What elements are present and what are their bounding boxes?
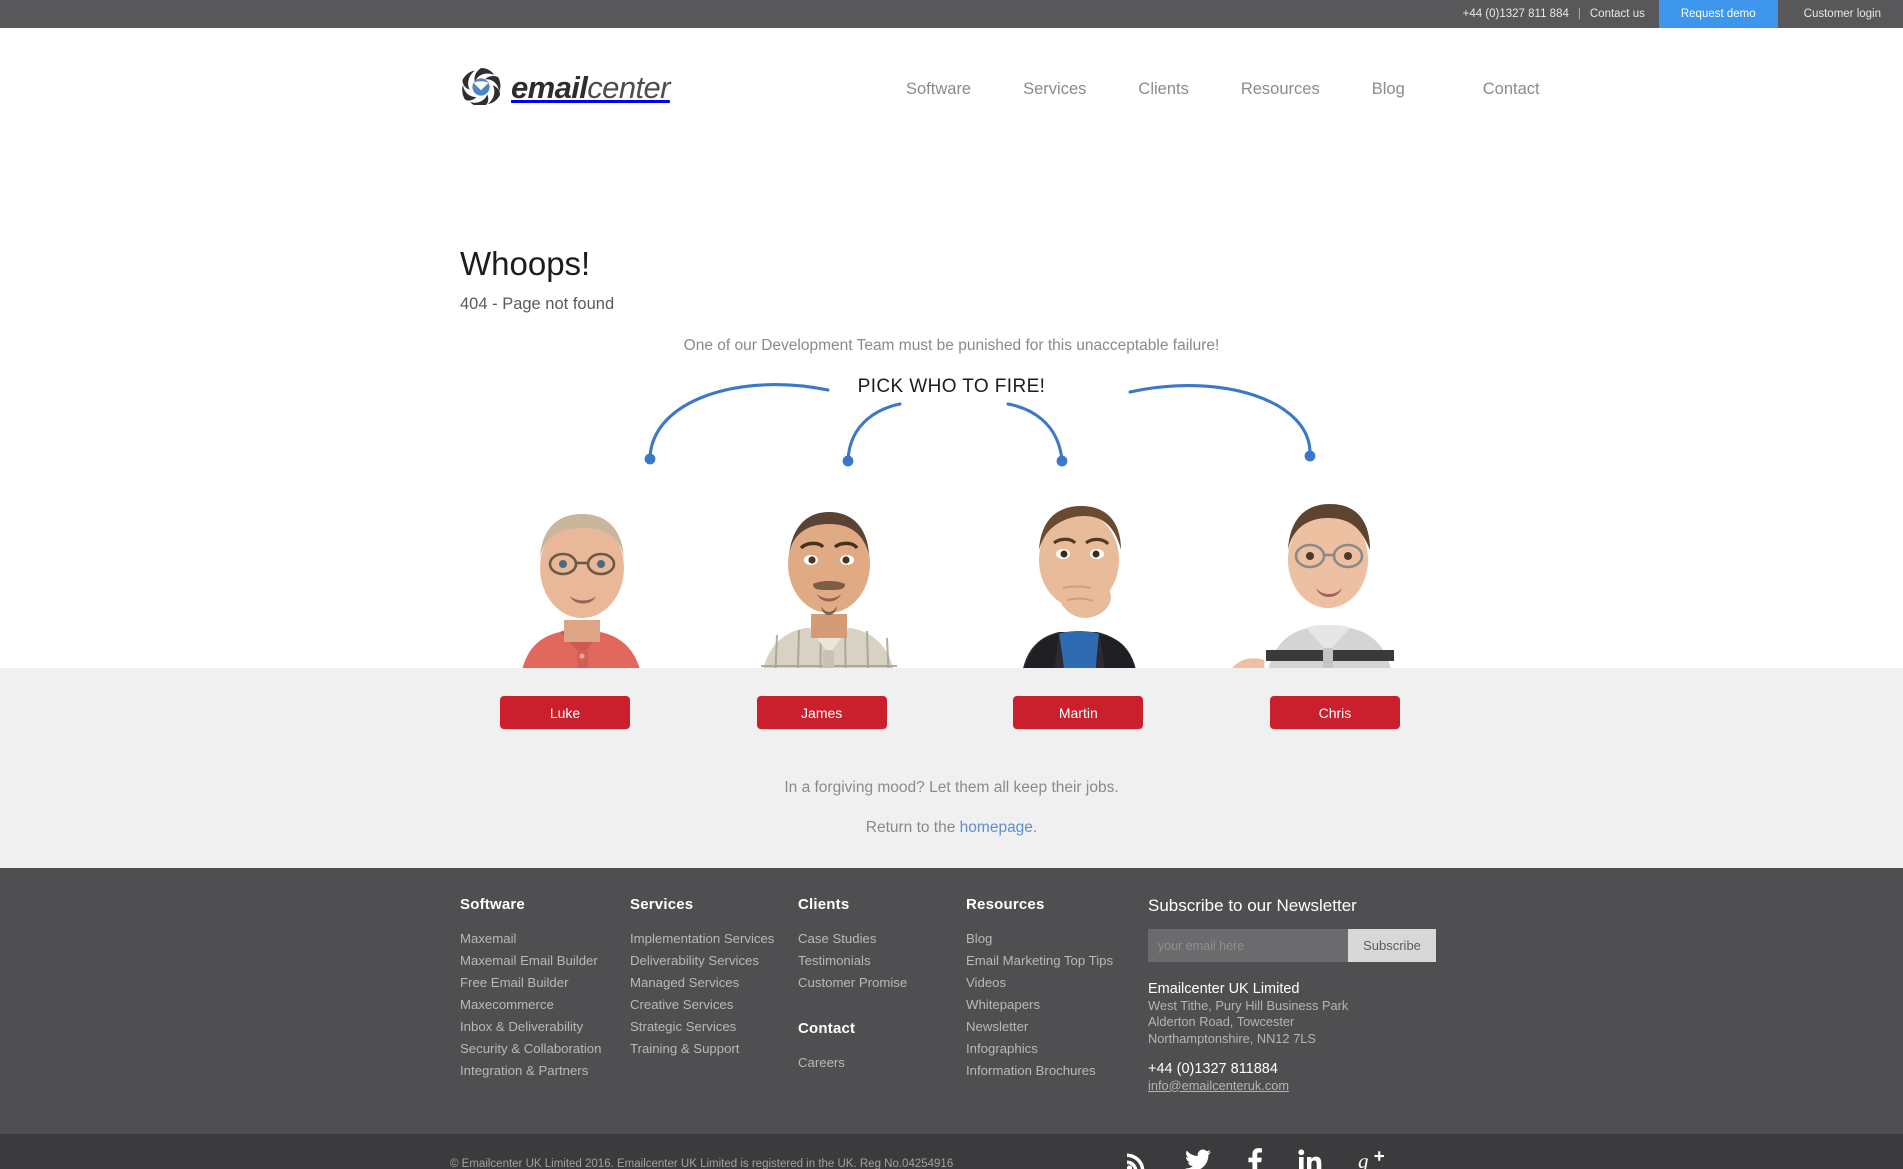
emailcenter-swirl-icon [460,66,502,108]
copyright-text: © Emailcenter UK Limited 2016. Emailcent… [450,1158,954,1169]
footer-link-strategic-services[interactable]: Strategic Services [630,1016,798,1038]
footer-link-training-support[interactable]: Training & Support [630,1038,798,1060]
copyright-bar: © Emailcenter UK Limited 2016. Emailcent… [0,1134,1903,1169]
error-subtitle: 404 - Page not found [460,295,615,313]
request-demo-button[interactable]: Request demo [1658,0,1778,28]
choice-band: Luke James Martin Chris In a forgiving m… [0,668,1903,868]
nav-item-resources[interactable]: Resources [1215,80,1346,99]
top-utility-bar: +44 (0)1327 811 884 | Contact us Request… [0,0,1903,28]
punish-message: One of our Development Team must be puni… [683,337,1220,354]
address-line-3: Northamptonshire, NN12 7LS [1148,1030,1316,1046]
linkedin-icon[interactable] [1298,1149,1322,1169]
footer-link-implementation-services[interactable]: Implementation Services [630,928,798,950]
footer-heading-software: Software [460,896,525,913]
return-home-line: Return to the homepage. [0,819,1903,837]
footer-link-integration-partners[interactable]: Integration & Partners [460,1060,630,1082]
nav-item-contact[interactable]: Contact [1431,80,1566,99]
topbar-separator: | [1577,8,1581,20]
twitter-icon[interactable] [1185,1149,1211,1169]
fire-button-james[interactable]: James [756,696,887,729]
fire-button-martin[interactable]: Martin [1013,696,1144,729]
main-content: Whoops! 404 - Page not found One of our … [0,105,1903,768]
footer-column-resources: Resources Blog Email Marketing Top Tips … [966,896,1138,1094]
page-title: Whoops! [460,245,591,282]
footer-link-email-marketing-top-tips[interactable]: Email Marketing Top Tips [966,950,1138,972]
main-navigation: Software Services Clients Resources Blog… [880,80,1566,99]
newsletter-form: Subscribe [1148,929,1436,962]
newsletter-subscribe-button[interactable]: Subscribe [1348,929,1436,962]
arc-to-james [846,402,902,462]
return-prefix-text: Return to the [865,819,960,836]
pick-who-heading: PICK WHO TO FIRE! [857,376,1046,397]
address-line-2: Alderton Road, Towcester [1148,1014,1295,1029]
nav-item-blog[interactable]: Blog [1346,80,1431,99]
page-root: +44 (0)1327 811 884 | Contact us Request… [0,0,1903,1169]
rss-icon[interactable] [1125,1149,1149,1169]
arc-dot-martin [1056,455,1068,467]
footer-link-whitepapers[interactable]: Whitepapers [966,994,1138,1016]
facebook-icon[interactable] [1247,1148,1262,1169]
footer-column-clients: Clients Case Studies Testimonials Custom… [798,896,966,1094]
address-email-link[interactable]: info@emailcenteruk.com [1148,1078,1289,1093]
company-address: Emailcenter UK Limited West Tithe, Pury … [1148,981,1478,1094]
arc-dot-james [842,455,854,467]
return-suffix-text: . [1032,819,1038,836]
footer-link-videos[interactable]: Videos [966,972,1138,994]
footer-link-inbox-deliverability[interactable]: Inbox & Deliverability [460,1016,630,1038]
footer-columns: Software Maxemail Maxemail Email Builder… [460,896,1478,1094]
homepage-link[interactable]: homepage [960,819,1033,836]
address-company-name: Emailcenter UK Limited [1148,981,1300,997]
footer-link-deliverability-services[interactable]: Deliverability Services [630,950,798,972]
footer-link-testimonials[interactable]: Testimonials [798,950,966,972]
footer-link-managed-services[interactable]: Managed Services [630,972,798,994]
svg-text:g: g [1358,1149,1369,1169]
footer-link-security-collaboration[interactable]: Security & Collaboration [460,1038,630,1060]
footer-column-software: Software Maxemail Maxemail Email Builder… [460,896,630,1094]
fire-button-chris[interactable]: Chris [1269,696,1400,729]
googleplus-icon[interactable]: g [1358,1149,1386,1169]
nav-item-services[interactable]: Services [997,80,1112,99]
fire-button-row: Luke James Martin Chris [500,696,1400,729]
footer-link-maxecommerce[interactable]: Maxecommerce [460,994,630,1016]
customer-login-link[interactable]: Customer login [1778,0,1903,28]
nav-item-clients[interactable]: Clients [1112,80,1214,99]
footer-link-customer-promise[interactable]: Customer Promise [798,972,966,994]
fire-button-luke[interactable]: Luke [500,696,630,729]
arc-dot-luke [644,453,656,465]
topbar-phone: +44 (0)1327 811 884 [1462,8,1569,20]
address-line-1: West Tithe, Pury Hill Business Park [1148,997,1349,1013]
footer-link-information-brochures[interactable]: Information Brochures [966,1060,1138,1082]
footer-heading-contact: Contact [798,1020,856,1037]
address-phone: +44 (0)1327 811884 [1148,1061,1278,1077]
logo-wordmark: emailcenter [511,72,670,103]
footer-heading-clients: Clients [798,896,850,913]
newsletter-section: Subscribe to our Newsletter Subscribe Em… [1148,896,1478,1094]
footer-link-infographics[interactable]: Infographics [966,1038,1138,1060]
footer-heading-resources: Resources [966,896,1045,913]
site-logo[interactable]: emailcenter [460,66,670,108]
site-header: emailcenter Software Services Clients Re… [0,28,1903,138]
topbar-contact-group: +44 (0)1327 811 884 | Contact us [1463,0,1659,28]
footer-link-maxemail-email-builder[interactable]: Maxemail Email Builder [460,950,630,972]
forgiving-message: In a forgiving mood? Let them all keep t… [784,779,1119,796]
nav-item-software[interactable]: Software [880,80,997,99]
logo-light-part: center [587,69,670,105]
contact-us-link[interactable]: Contact us [1590,8,1645,20]
arc-dot-chris [1304,450,1316,462]
arc-to-martin [1006,402,1064,462]
footer-link-newsletter[interactable]: Newsletter [966,1016,1138,1038]
footer-link-case-studies[interactable]: Case Studies [798,928,966,950]
footer-heading-services: Services [630,896,694,913]
newsletter-heading: Subscribe to our Newsletter [1148,896,1357,915]
footer-link-creative-services[interactable]: Creative Services [630,994,798,1016]
footer-link-free-email-builder[interactable]: Free Email Builder [460,972,630,994]
footer-column-services: Services Implementation Services Deliver… [630,896,798,1094]
footer-link-blog[interactable]: Blog [966,928,1138,950]
footer-link-maxemail[interactable]: Maxemail [460,928,630,950]
site-footer: Software Maxemail Maxemail Email Builder… [0,868,1903,1134]
logo-bold-part: email [511,69,588,105]
footer-link-careers[interactable]: Careers [798,1052,966,1074]
social-links: g [1125,1148,1386,1169]
newsletter-email-input[interactable] [1148,929,1348,962]
